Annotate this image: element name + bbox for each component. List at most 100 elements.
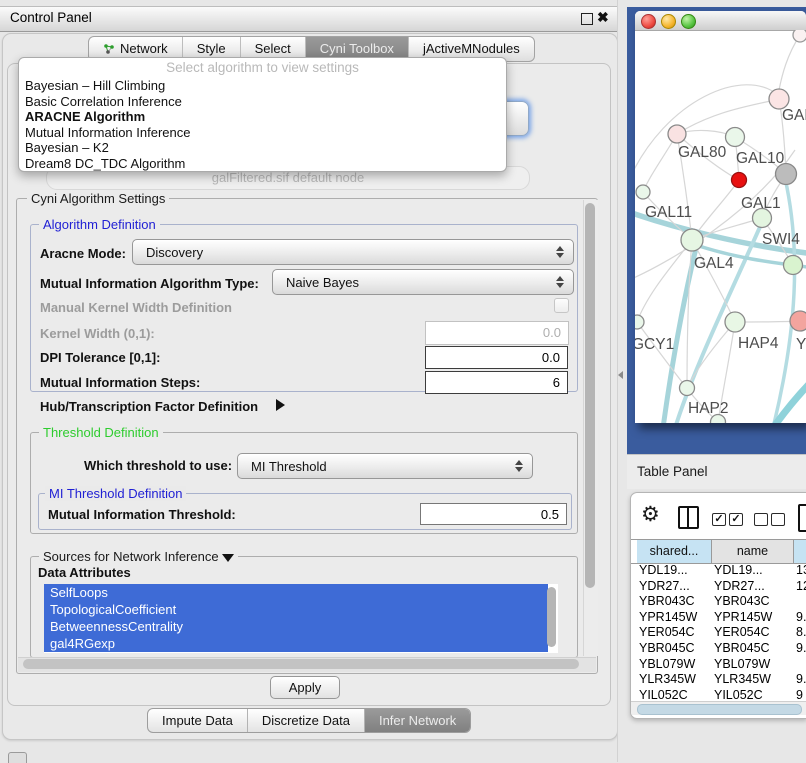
cyni-settings-legend: Cyni Algorithm Settings [27,191,169,206]
tab-discretize-data[interactable]: Discretize Data [247,709,364,732]
table-row[interactable]: YBR045CYBR045C9. [631,641,806,657]
node-label: GAL80 [678,144,727,161]
expand-arrow-icon[interactable] [276,399,285,411]
network-node-gal4[interactable] [681,229,703,251]
node-label: GAL10 [736,150,785,167]
table-cell: YPR145W [714,610,791,626]
table-cell: YDR27... [639,579,709,595]
network-node-gal[interactable] [769,89,789,109]
minimize-traffic-light-icon[interactable] [661,14,676,29]
apply-button[interactable]: Apply [270,676,340,699]
table-row[interactable]: YDL19...YDL19...13 [631,563,806,579]
unchecked-checkbox-icon[interactable] [754,513,768,526]
network-window: GALGAL80GAL10GAL11GAL1SWI4GAL4GCY1HAP4YH… [635,11,806,423]
table-cell: 9 [796,688,806,701]
manual-kernel-checkbox [554,298,569,313]
table-row[interactable]: YBL079WYBL079W [631,657,806,673]
mi-steps-field[interactable]: 6 [425,371,568,394]
attribute-list-item[interactable]: TopologicalCoefficient [44,601,548,618]
close-traffic-light-icon[interactable] [641,14,656,29]
network-node-swi4[interactable] [784,256,803,275]
table-cell: 9. [796,641,806,657]
column-header-name[interactable]: name [712,540,794,563]
mi-type-combo[interactable]: Naive Bayes [272,269,574,295]
checked-checkbox-icon[interactable]: ✓ [729,513,743,526]
algorithm-option[interactable]: Bayesian – Hill Climbing [19,78,506,94]
column-header-A[interactable]: A [794,540,806,563]
float-panel-icon[interactable] [581,13,593,25]
network-edge[interactable] [692,240,735,322]
table-row[interactable]: YIL052CYIL052C9 [631,688,806,701]
unchecked-checkbox-icon[interactable] [771,513,785,526]
aracne-mode-combo[interactable]: Discovery [132,239,574,265]
network-node-gcy1[interactable] [635,315,644,329]
divider-collapse-handle[interactable] [618,371,623,379]
table-row[interactable]: YLR345WYLR345W9. [631,672,806,688]
network-canvas[interactable]: GALGAL80GAL10GAL11GAL1SWI4GAL4GCY1HAP4YH… [635,30,806,423]
algorithm-option[interactable]: Dream8 DC_TDC Algorithm [19,156,506,172]
gear-icon[interactable]: ⚙ [641,502,660,528]
manual-kernel-label: Manual Kernel Width Definition [40,300,232,315]
network-edge[interactable] [773,178,795,423]
mi-type-value: Naive Bayes [273,275,555,290]
which-threshold-value: MI Threshold [238,459,514,474]
network-node-hap2[interactable] [680,381,695,396]
network-node-gal11[interactable] [636,185,650,199]
network-node-gal10[interactable] [726,128,745,147]
network-node-y[interactable] [790,311,806,331]
algorithm-option[interactable]: Mutual Information Inference [19,125,506,141]
table-cell: YBR043C [639,594,709,610]
tab-impute-data[interactable]: Impute Data [148,709,247,732]
table-cell: YER054C [714,625,791,641]
mi-threshold-field[interactable]: 0.5 [420,503,567,525]
algorithm-option[interactable]: Bayesian – K2 [19,140,506,156]
tab-infer-network[interactable]: Infer Network [364,709,470,732]
column-header-shared...[interactable]: shared... [637,540,712,563]
columns-icon[interactable] [678,506,699,529]
mi-threshold-legend: MI Threshold Definition [45,486,186,501]
table-header-row: shared...nameA [631,539,806,564]
table-cell: YDL19... [714,563,791,579]
table-rows: YDL19...YDL19...13YDR27...YDR27...12YBR0… [631,563,806,701]
close-panel-icon[interactable]: ✖ [597,9,609,26]
zoom-traffic-light-icon[interactable] [681,14,696,29]
attribute-list-item[interactable]: BetweennessCentrality [44,618,548,635]
attribute-list-item[interactable]: SelfLoops [44,584,548,601]
aracne-mode-label: Aracne Mode: [40,246,126,261]
algorithm-option[interactable]: Basic Correlation Inference [19,94,506,110]
network-node-hap4[interactable] [725,312,745,332]
collapse-arrow-icon[interactable] [222,554,234,562]
table-cell: YBR043C [714,594,791,610]
attributes-scrollbar[interactable] [547,587,556,647]
network-node[interactable] [732,173,747,188]
data-attributes-list[interactable]: SelfLoopsTopologicalCoefficientBetweenne… [44,584,558,653]
combo-spinner-icon [555,246,564,258]
table-row[interactable]: YDR27...YDR27...12 [631,579,806,595]
network-node[interactable] [793,30,806,42]
network-window-titlebar[interactable] [635,11,806,31]
table-row[interactable]: YPR145WYPR145W9. [631,610,806,626]
settings-horizontal-scrollbar-thumb[interactable] [23,659,579,669]
table-scrollbar-thumb[interactable] [637,704,802,715]
checked-checkbox-icon[interactable]: ✓ [712,513,726,526]
table-row[interactable]: YBR043C YBR043C [631,594,806,610]
table-cell: 13 [796,563,806,579]
network-edge[interactable] [643,134,677,192]
table-horizontal-scrollbar[interactable] [631,701,806,715]
network-tab-icon [103,43,115,55]
dpi-tolerance-field[interactable]: 0.0 [425,346,568,369]
node-label: GAL1 [741,195,781,212]
table-cell: YPR145W [639,610,709,626]
network-node-gal80[interactable] [668,125,686,143]
which-threshold-label: Which threshold to use: [84,458,232,473]
document-icon[interactable] [798,504,806,532]
network-edge[interactable] [779,35,800,90]
table-row[interactable]: YER054CYER054C8. [631,625,806,641]
attribute-list-item[interactable]: gal4RGexp [44,635,548,652]
algorithm-dropdown-placeholder: Select algorithm to view settings [19,58,506,78]
which-threshold-combo[interactable]: MI Threshold [237,453,533,479]
minimized-panel-icon[interactable] [8,752,27,763]
algorithm-option[interactable]: ARACNE Algorithm [19,109,506,125]
combo-spinner-icon [514,460,523,472]
settings-vertical-scrollbar-thumb[interactable] [585,203,595,588]
